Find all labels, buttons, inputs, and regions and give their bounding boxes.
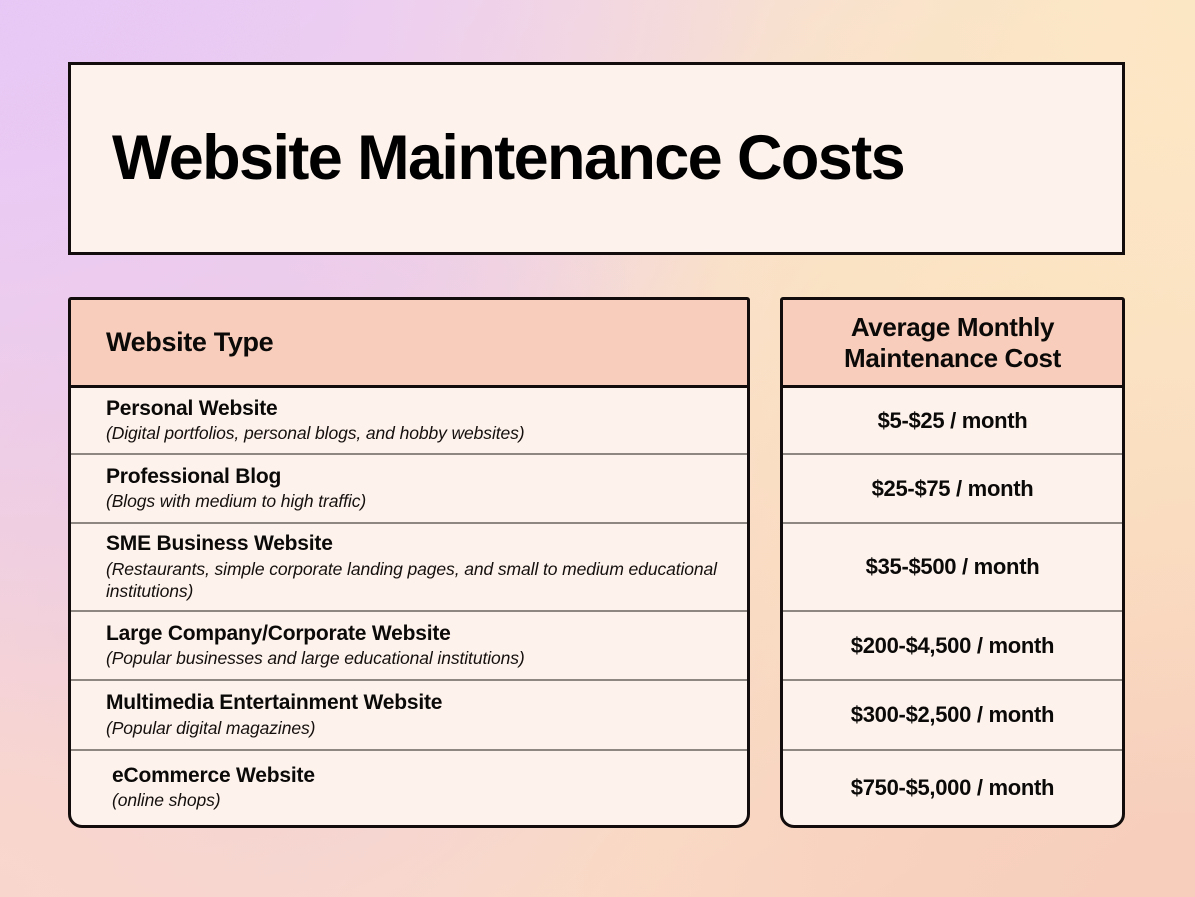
cost-value: $35-$500 / month xyxy=(865,554,1040,579)
cost-value: $25-$75 / month xyxy=(871,475,1034,501)
type-name: SME Business Website xyxy=(106,532,333,556)
table-row: $750-$5,000 / month xyxy=(783,751,1122,824)
type-name: Professional Blog xyxy=(106,464,282,488)
table-row: Personal Website (Digital portfolios, pe… xyxy=(71,388,747,455)
type-description: (Restaurants, simple corporate landing p… xyxy=(106,558,717,601)
type-description: (Digital portfolios, personal blogs, and… xyxy=(106,423,525,444)
title-card: Website Maintenance Costs xyxy=(68,62,1125,255)
cost-header-line-2: Maintenance Cost xyxy=(844,342,1061,373)
maintenance-cost-header-label: Average Monthly Maintenance Cost xyxy=(844,312,1061,373)
website-type-column-header: Website Type xyxy=(71,300,747,388)
website-type-table: Website Type Personal Website (Digital p… xyxy=(68,297,750,828)
maintenance-cost-table: Average Monthly Maintenance Cost $5-$25 … xyxy=(780,297,1125,828)
maintenance-cost-column-header: Average Monthly Maintenance Cost xyxy=(783,300,1122,388)
table-row: Large Company/Corporate Website (Popular… xyxy=(71,612,747,681)
website-type-rows: Personal Website (Digital portfolios, pe… xyxy=(71,388,747,824)
table-row: $35-$500 / month xyxy=(783,524,1122,612)
table-row: $300-$2,500 / month xyxy=(783,681,1122,751)
table-row: $5-$25 / month xyxy=(783,388,1122,455)
type-name: Multimedia Entertainment Website xyxy=(106,691,443,715)
type-name: Personal Website xyxy=(106,396,278,420)
table-row: Multimedia Entertainment Website (Popula… xyxy=(71,681,747,751)
table-row: Professional Blog (Blogs with medium to … xyxy=(71,455,747,524)
type-description: (Popular digital magazines) xyxy=(106,717,316,738)
website-type-header-label: Website Type xyxy=(106,326,274,357)
cost-value: $200-$4,500 / month xyxy=(850,632,1055,658)
page-title: Website Maintenance Costs xyxy=(112,123,906,193)
type-description: (Blogs with medium to high traffic) xyxy=(106,491,367,512)
table-row: eCommerce Website (online shops) xyxy=(71,751,747,824)
table-row: SME Business Website (Restaurants, simpl… xyxy=(71,524,747,612)
cost-value: $300-$2,500 / month xyxy=(850,702,1055,727)
cost-value: $5-$25 / month xyxy=(877,407,1028,433)
type-description: (Popular businesses and large educationa… xyxy=(106,648,525,669)
table-row: $25-$75 / month xyxy=(783,455,1122,524)
infographic-page: Website Maintenance Costs Website Type P… xyxy=(0,0,1195,897)
cost-header-line-1: Average Monthly xyxy=(850,311,1055,342)
type-name: eCommerce Website xyxy=(112,763,315,787)
type-description: (online shops) xyxy=(112,790,221,811)
maintenance-cost-rows: $5-$25 / month $25-$75 / month $35-$500 … xyxy=(783,388,1122,824)
type-name: Large Company/Corporate Website xyxy=(106,621,451,645)
cost-value: $750-$5,000 / month xyxy=(850,774,1055,800)
table-row: $200-$4,500 / month xyxy=(783,612,1122,681)
